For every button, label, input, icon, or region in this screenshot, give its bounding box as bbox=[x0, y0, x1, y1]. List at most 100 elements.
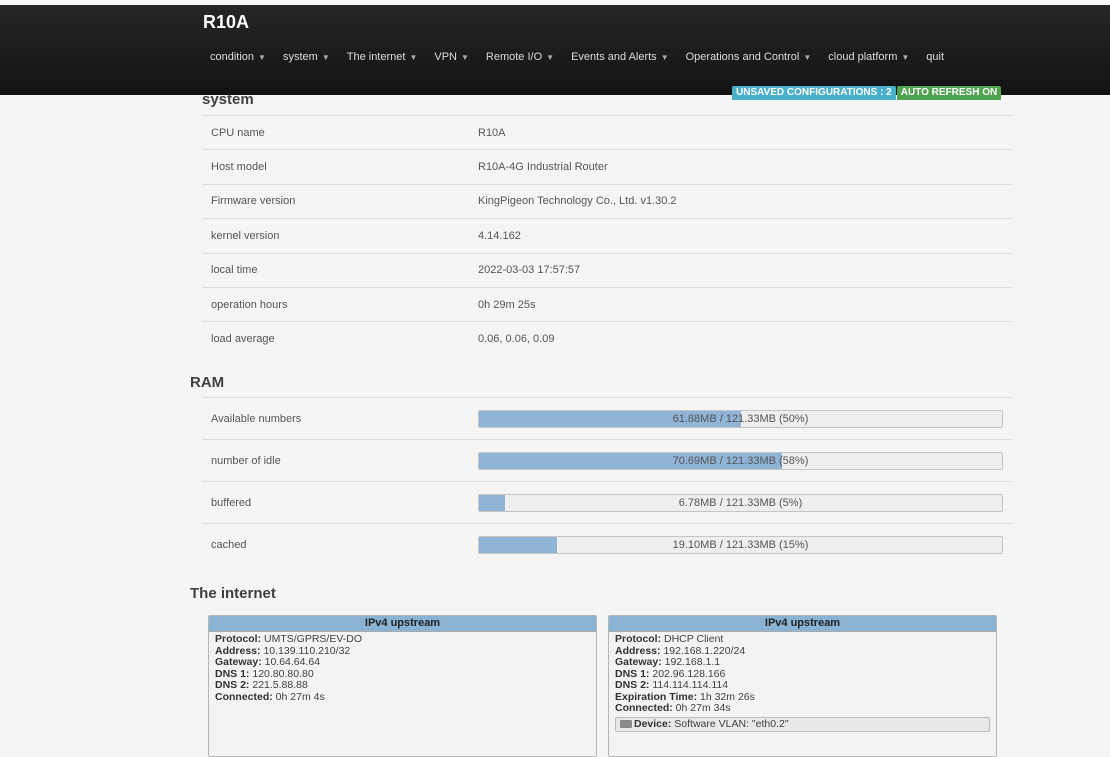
nav-label: VPN bbox=[434, 51, 457, 63]
field-key: Address: bbox=[615, 644, 661, 657]
field-value: 120.80.80.80 bbox=[252, 667, 314, 680]
row-value: R10A-4G Industrial Router bbox=[478, 161, 608, 174]
field-key: DNS 1: bbox=[215, 667, 250, 680]
caret-down-icon: ▼ bbox=[546, 52, 555, 62]
nav-label: Operations and Control bbox=[685, 51, 800, 63]
row-label: Host model bbox=[211, 161, 267, 174]
nav-label: The internet bbox=[346, 51, 406, 63]
row-value: 4.14.162 bbox=[478, 229, 521, 242]
upstream-box-2: IPv4 upstream Protocol: DHCP Client Addr… bbox=[608, 615, 997, 757]
row-label: number of idle bbox=[211, 454, 281, 467]
caret-down-icon: ▼ bbox=[660, 52, 669, 62]
table-row: number of idle 70.69MB / 121.33MB (58%) bbox=[202, 439, 1012, 481]
nav-cloud-platform[interactable]: cloud platform ▼ bbox=[828, 51, 909, 63]
table-row: Firmware version KingPigeon Technology Co… bbox=[202, 183, 1012, 218]
status-badges: UNSAVED CONFIGURATIONS : 2 AUTO REFRESH … bbox=[732, 86, 1002, 100]
field-value: 0h 27m 4s bbox=[275, 690, 325, 703]
progress-text: 61.88MB / 121.33MB (50%) bbox=[672, 412, 809, 425]
field-value: 192.168.1.1 bbox=[664, 656, 721, 668]
nav-the-internet[interactable]: The internet ▼ bbox=[347, 51, 418, 63]
field-value: 114.114.114.114 bbox=[652, 679, 729, 691]
row-label: operation hours bbox=[211, 298, 288, 311]
brand-title[interactable]: R10A bbox=[203, 12, 249, 33]
caret-down-icon: ▼ bbox=[803, 52, 812, 62]
field-key: Expiration Time: bbox=[615, 690, 698, 703]
upstream-box-1: IPv4 upstream Protocol: UMTS/GPRS/EV-DO … bbox=[208, 615, 597, 757]
box-body: Protocol: UMTS/GPRS/EV-DO Address: 10.13… bbox=[209, 632, 596, 705]
field-value: Software VLAN: "eth0.2" bbox=[674, 717, 789, 730]
unsaved-config-badge[interactable]: UNSAVED CONFIGURATIONS : 2 bbox=[732, 86, 896, 100]
row-value: 2022-03-03 17:57:57 bbox=[478, 264, 581, 277]
field-value: 10.139.110.210/32 bbox=[263, 644, 351, 657]
row-value: 0.06, 0.06, 0.09 bbox=[478, 333, 555, 346]
field-key: Connected: bbox=[615, 702, 673, 714]
caret-down-icon: ▼ bbox=[460, 52, 469, 62]
field-value: 202.96.128.166 bbox=[652, 667, 726, 680]
nav-remote-io[interactable]: Remote I/O ▼ bbox=[486, 51, 554, 63]
table-row: Host model R10A-4G Industrial Router bbox=[202, 149, 1012, 183]
row-value: KingPigeon Technology Co., Ltd. v1.30.2 bbox=[478, 195, 677, 208]
nav-label: Events and Alerts bbox=[571, 51, 657, 63]
progress-bar: 70.69MB / 121.33MB (58%) bbox=[478, 451, 1003, 470]
progress-bar: 6.78MB / 121.33MB (5%) bbox=[478, 493, 1003, 512]
system-table: CPU name R10A Host model R10A-4G Industria… bbox=[202, 115, 1012, 356]
box-header: IPv4 upstream bbox=[209, 616, 596, 632]
row-label: load average bbox=[211, 333, 275, 346]
field-value: DHCP Client bbox=[664, 633, 724, 645]
field-key: Address: bbox=[215, 644, 261, 657]
field-value: UMTS/GPRS/EV-DO bbox=[264, 633, 363, 645]
field-value: 192.168.1.220/24 bbox=[663, 644, 746, 657]
progress-text: 6.78MB / 121.33MB (5%) bbox=[678, 496, 803, 509]
top-navbar: R10A condition ▼ system ▼ The internet ▼ VP… bbox=[0, 5, 1110, 100]
auto-refresh-badge[interactable]: AUTO REFRESH ON bbox=[896, 86, 1002, 100]
section-title-system: system bbox=[202, 91, 254, 108]
nav-operations-control[interactable]: Operations and Control ▼ bbox=[686, 51, 812, 63]
box-header: IPv4 upstream bbox=[609, 616, 996, 632]
row-label: Firmware version bbox=[211, 195, 296, 208]
nav-events-alerts[interactable]: Events and Alerts ▼ bbox=[571, 51, 669, 63]
interface-boxes: IPv4 upstream Protocol: UMTS/GPRS/EV-DO … bbox=[208, 615, 997, 757]
ram-table: Available numbers 61.88MB / 121.33MB (50%… bbox=[202, 397, 1012, 565]
field-key: DNS 1: bbox=[615, 667, 650, 680]
ethernet-port-icon bbox=[620, 719, 632, 728]
nav-label: system bbox=[282, 51, 318, 63]
row-label: Available numbers bbox=[211, 412, 302, 425]
nav-label: Remote I/O bbox=[485, 51, 543, 63]
nav-condition[interactable]: condition ▼ bbox=[210, 51, 266, 63]
table-row: buffered 6.78MB / 121.33MB (5%) bbox=[202, 481, 1012, 523]
nav-quit[interactable]: quit bbox=[926, 51, 944, 63]
row-label: kernel version bbox=[211, 229, 280, 242]
progress-bar: 61.88MB / 121.33MB (50%) bbox=[478, 409, 1003, 428]
field-value: 10.64.64.64 bbox=[264, 656, 321, 668]
row-value: R10A bbox=[478, 126, 506, 139]
field-key: Connected: bbox=[215, 690, 273, 703]
section-title-ram: RAM bbox=[190, 374, 225, 391]
progress-bar: 19.10MB / 121.33MB (15%) bbox=[478, 535, 1003, 554]
row-label: CPU name bbox=[211, 126, 265, 139]
field-line: Connected: 0h 27m 34s bbox=[615, 702, 990, 715]
table-row: operation hours 0h 29m 25s bbox=[202, 286, 1012, 321]
nav-label: quit bbox=[926, 51, 945, 63]
section-title-internet: The internet bbox=[190, 585, 276, 602]
box-body: Protocol: DHCP Client Address: 192.168.1… bbox=[609, 632, 996, 734]
progress-text: 19.10MB / 121.33MB (15%) bbox=[672, 538, 809, 551]
field-key: Device: bbox=[634, 717, 672, 730]
field-value: 1h 32m 26s bbox=[700, 690, 755, 703]
table-row: Available numbers 61.88MB / 121.33MB (50%… bbox=[202, 397, 1012, 439]
row-label: cached bbox=[211, 538, 247, 551]
row-label: buffered bbox=[211, 496, 252, 509]
field-key: Protocol: bbox=[215, 633, 262, 645]
field-key: DNS 2: bbox=[215, 679, 250, 691]
row-value: 0h 29m 25s bbox=[478, 298, 536, 311]
table-row: kernel version 4.14.162 bbox=[202, 218, 1012, 252]
caret-down-icon: ▼ bbox=[901, 52, 910, 62]
nav-label: cloud platform bbox=[828, 51, 898, 63]
caret-down-icon: ▼ bbox=[321, 52, 330, 62]
main-nav: condition ▼ system ▼ The internet ▼ VPN ▼ Re… bbox=[210, 51, 944, 63]
table-row: local time 2022-03-03 17:57:57 bbox=[202, 252, 1012, 287]
nav-system[interactable]: system ▼ bbox=[283, 51, 330, 63]
device-line: Device: Software VLAN: "eth0.2" bbox=[615, 716, 990, 732]
nav-vpn[interactable]: VPN ▼ bbox=[434, 51, 469, 63]
field-key: DNS 2: bbox=[615, 679, 650, 691]
field-key: Gateway: bbox=[615, 656, 662, 668]
